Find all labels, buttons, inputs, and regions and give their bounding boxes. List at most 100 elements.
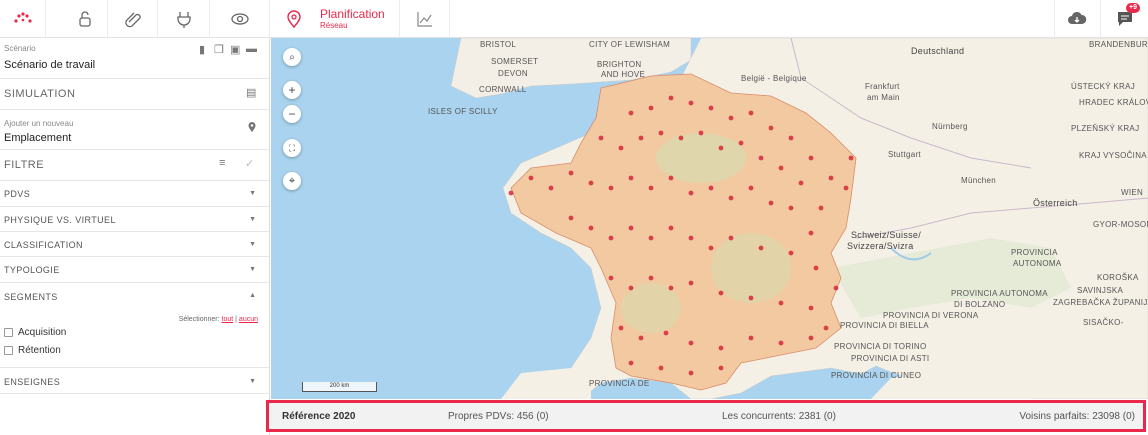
top-toolbar: Planification Réseau +9 [0, 0, 1148, 38]
scenario-section: Scénario Scénario de travail ▮ ❐ ▣ ▬ [0, 38, 270, 79]
check-icon[interactable]: ✓ [245, 157, 254, 170]
folder-icon[interactable]: ▬ [246, 43, 257, 55]
plug-icon [176, 12, 191, 28]
cloud-download-icon [1067, 11, 1086, 24]
attachment-button[interactable] [108, 0, 158, 38]
map-label-lewisham: CITY OF LEWISHAM [589, 40, 671, 49]
sidebar: Scénario Scénario de travail ▮ ❐ ▣ ▬ SIM… [0, 38, 270, 435]
map-label-osterreich: Österreich [1033, 198, 1078, 208]
map-label-ustecky: ÚSTECKÝ KRAJ [1071, 82, 1136, 91]
map-label-trento2: AUTONOMA [1013, 259, 1062, 268]
select-all-none: Sélectionner: tout | aucun [179, 316, 258, 323]
map-label-nurnberg: Nürnberg [932, 122, 968, 131]
map-label-frankfurt: Frankfurt [865, 82, 900, 91]
option-retention[interactable]: Rétention [4, 345, 61, 356]
app-logo-button[interactable] [0, 0, 46, 38]
map-scale-bar: 200 km [302, 382, 377, 392]
select-separator: | [235, 316, 237, 323]
filter-typologie-label: TYPOLOGIE [4, 265, 60, 275]
map-label-ammain: am Main [867, 93, 900, 102]
map-label-brighton: BRIGHTON [597, 60, 642, 69]
filter-classification[interactable]: CLASSIFICATION ▼ [0, 232, 270, 257]
plus-icon: + [288, 83, 296, 97]
status-own-pdvs: Propres PDVs: 456 (0) [448, 410, 549, 422]
locate-button[interactable]: ⌖ [283, 172, 301, 190]
map-label-devon: DEVON [498, 69, 528, 78]
map-label-stuttgart: Stuttgart [888, 150, 921, 159]
analytics-button[interactable] [400, 0, 450, 38]
filter-typologie[interactable]: TYPOLOGIE ▼ [0, 257, 270, 283]
map-label-svizzera: Svizzera/Svizra [847, 241, 914, 251]
zoom-out-button[interactable]: − [283, 105, 301, 123]
map-label-bolzano: DI BOLZANO [954, 300, 1006, 309]
filter-classification-label: CLASSIFICATION [4, 240, 83, 250]
map-label-autonoma: PROVINCIA AUTONOMA [951, 289, 1048, 298]
copy-icon[interactable]: ❐ [214, 43, 224, 56]
chevron-down-icon: ▼ [249, 241, 256, 248]
save-icon[interactable]: ▣ [230, 43, 240, 56]
option-acquisition[interactable]: Acquisition [4, 327, 66, 338]
select-none-link[interactable]: aucun [239, 316, 258, 323]
simulation-heading: SIMULATION [4, 88, 76, 100]
map-label-brandenburg: BRANDENBURG [1089, 40, 1148, 49]
dots-logo-icon [13, 12, 32, 23]
list-icon[interactable]: ≡ [219, 157, 225, 169]
fullscreen-button[interactable]: ⛶ [283, 139, 301, 157]
new-file-icon[interactable]: ▮ [199, 43, 205, 56]
acquisition-label: Acquisition [18, 327, 67, 338]
filter-pdvs[interactable]: PDVS ▼ [0, 181, 270, 207]
crosshair-icon: ⌖ [288, 174, 296, 187]
chevron-up-icon[interactable]: ▲ [249, 292, 256, 299]
map-label-pyrenees: PROVINCIA DE [589, 379, 650, 388]
filter-enseignes[interactable]: ENSEIGNES ▼ [0, 368, 270, 394]
download-button[interactable] [1054, 0, 1098, 38]
select-all-link[interactable]: tout [222, 316, 234, 323]
map-label-schweiz: Schweiz/Suisse/ [851, 230, 922, 240]
map-label-deutschland: Deutschland [911, 46, 965, 56]
app-window: Planification Réseau +9 Scénario Scénari… [0, 0, 1148, 435]
add-label: Ajouter un nouveau [4, 119, 74, 128]
map-label-sisacko: SISAČKO- [1083, 318, 1124, 327]
add-value: Emplacement [4, 132, 72, 144]
messages-button[interactable] [1100, 0, 1148, 38]
map-search-button[interactable]: ⌕ [283, 48, 301, 66]
map-label-wien: WIEN [1121, 188, 1144, 197]
status-bar: Référence 2020 Propres PDVs: 456 (0) Les… [266, 400, 1146, 432]
map-label-savinjska: SAVINJSKA [1077, 286, 1124, 295]
chart-icon [416, 12, 432, 27]
acquisition-checkbox[interactable] [4, 328, 13, 337]
status-perfect-neighbors: Voisins parfaits: 23098 (0) [1019, 410, 1135, 422]
retention-checkbox[interactable] [4, 346, 13, 355]
status-competitors: Les concurrents: 2381 (0) [722, 410, 836, 422]
map-canvas [450, 38, 1148, 399]
lock-button[interactable] [62, 0, 108, 38]
filter-segments: SEGMENTS ▲ Sélectionner: tout | aucun Ac… [0, 283, 270, 368]
map-label-koroska: KOROŠKA [1097, 273, 1139, 282]
simulation-section[interactable]: SIMULATION ▤ [0, 79, 270, 110]
map-label-gyor: GYOR-MOSON [1093, 220, 1148, 229]
paperclip-icon [124, 12, 141, 28]
filter-pdvs-label: PDVS [4, 189, 31, 199]
map-label-scilly: ISLES OF SCILLY [428, 107, 498, 116]
planification-tab[interactable]: Planification Réseau [270, 0, 400, 38]
add-location-section[interactable]: Ajouter un nouveau Emplacement [0, 110, 270, 150]
map-label-hove: AND HOVE [601, 70, 646, 79]
zoom-in-button[interactable]: + [283, 81, 301, 99]
map-label-verona: PROVINCIA DI VERONA [883, 311, 979, 320]
chevron-down-icon: ▼ [249, 378, 256, 385]
map-view[interactable]: BRISTOL CITY OF LEWISHAM SOMERSET DEVON … [271, 38, 1148, 399]
map-label-hradec: HRADEC KRÁLOVÉ [1079, 98, 1148, 107]
plug-button[interactable] [158, 0, 210, 38]
map-label-biella: PROVINCIA DI BIELLA [840, 321, 929, 330]
chevron-down-icon: ▼ [249, 190, 256, 197]
minus-icon: − [288, 107, 296, 121]
location-pin-icon[interactable] [246, 121, 258, 133]
map-label-bristol: BRISTOL [480, 40, 517, 49]
clipboard-icon[interactable]: ▤ [246, 86, 256, 99]
view-button[interactable] [210, 0, 270, 38]
scenario-value[interactable]: Scénario de travail [4, 59, 95, 71]
filter-physique[interactable]: PHYSIQUE VS. VIRTUEL ▼ [0, 207, 270, 232]
map-label-plzen: PLZEŇSKÝ KRAJ [1071, 124, 1140, 133]
filter-segments-label[interactable]: SEGMENTS [4, 292, 58, 302]
map-label-asti: PROVINCIA DI ASTI [851, 354, 930, 363]
